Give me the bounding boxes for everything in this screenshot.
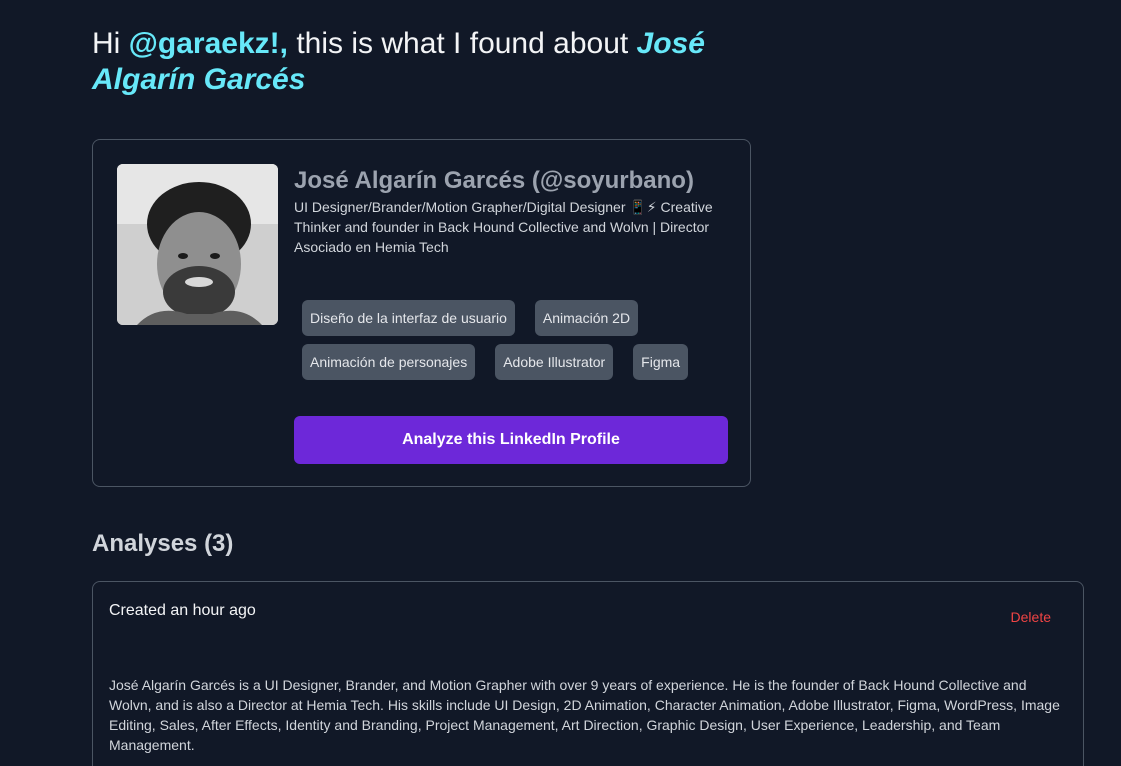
greeting-heading: Hi @garaekz!, this is what I found about… <box>92 26 792 98</box>
profile-card: José Algarín Garcés (@soyurbano) UI Desi… <box>92 139 751 487</box>
analysis-created-time: Created an hour ago <box>109 602 256 619</box>
delete-analysis-button[interactable]: Delete <box>1011 608 1051 626</box>
greeting-prefix: Hi <box>92 27 129 60</box>
analyses-heading: Analyses (3) <box>92 530 234 557</box>
skill-chip: Figma <box>633 344 689 380</box>
analysis-card: Created an hour ago Delete José Algarín … <box>92 581 1084 766</box>
analysis-text: José Algarín Garcés is a UI Designer, Br… <box>109 677 1060 753</box>
profile-name: José Algarín Garcés (@soyurbano) <box>294 167 694 194</box>
profile-headline: UI Designer/Brander/Motion Grapher/Digit… <box>294 199 713 255</box>
skill-chip: Animación 2D <box>534 300 639 336</box>
avatar <box>117 164 278 325</box>
skill-chip: Adobe Illustrator <box>495 344 614 380</box>
greeting-handle: @garaekz!, <box>128 27 288 60</box>
skills-list: Diseño de la interfaz de usuario Animació… <box>294 300 734 388</box>
skill-chip: Animación de personajes <box>302 344 476 380</box>
analyze-profile-button[interactable]: Analyze this LinkedIn Profile <box>294 416 728 464</box>
greeting-middle: this is what I found about <box>288 27 637 60</box>
page: Hi @garaekz!, this is what I found about… <box>0 0 1121 766</box>
skill-chip: Diseño de la interfaz de usuario <box>302 300 515 336</box>
